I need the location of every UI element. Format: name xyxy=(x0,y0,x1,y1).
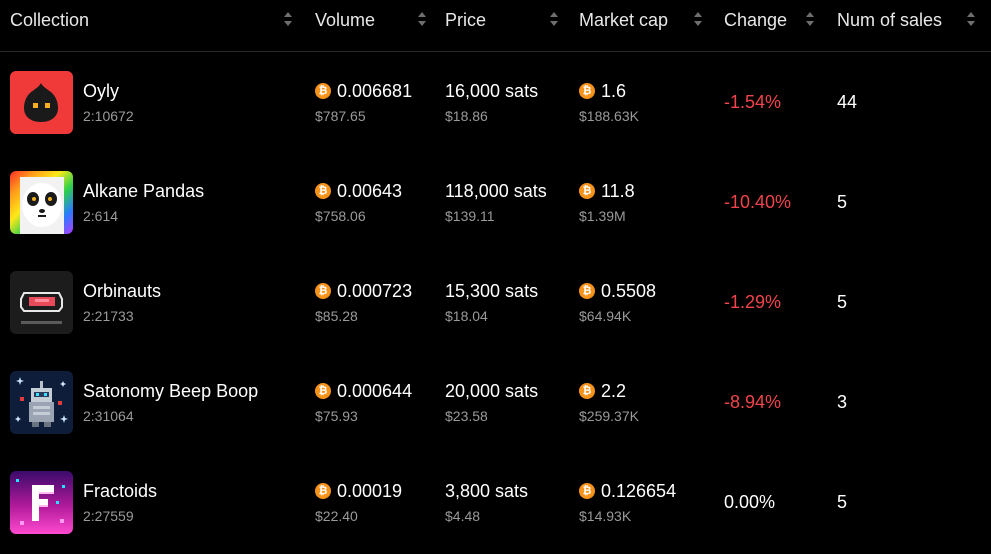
price-value: 3,800 sats xyxy=(445,481,529,501)
bitcoin-icon: ₿ xyxy=(315,383,331,399)
market-cap-value: 1.6 xyxy=(601,81,627,101)
num-of-sales-value: 5 xyxy=(837,192,848,212)
column-header-num-of-sales[interactable]: Num of sales xyxy=(837,0,942,40)
column-header-volume[interactable]: Volume xyxy=(315,0,375,40)
table-row[interactable]: Oyly 2:10672 ₿ 0.006681 $787.65 16,000 s… xyxy=(0,52,991,152)
bitcoin-icon: ₿ xyxy=(315,283,331,299)
collection-avatar-fractoids xyxy=(10,471,73,534)
num-of-sales-value: 44 xyxy=(837,92,858,112)
collection-id: 2:27559 xyxy=(83,508,134,524)
volume-value: 0.000644 xyxy=(337,381,413,401)
bitcoin-icon: ₿ xyxy=(315,83,331,99)
sort-icon[interactable] xyxy=(806,12,816,28)
market-cap-value: 2.2 xyxy=(601,381,627,401)
collection-name[interactable]: Satonomy Beep Boop xyxy=(83,381,258,402)
column-header-label: Price xyxy=(445,9,487,30)
bitcoin-icon: ₿ xyxy=(579,183,595,199)
collection-name[interactable]: Oyly xyxy=(83,81,119,102)
change-value: -1.29% xyxy=(724,292,782,312)
bitcoin-icon: ₿ xyxy=(579,383,595,399)
price-value: 15,300 sats xyxy=(445,281,539,301)
collection-avatar-alkane-pandas xyxy=(10,171,73,234)
collection-avatar-orbinauts xyxy=(10,271,73,334)
market-cap-value: 0.126654 xyxy=(601,481,677,501)
volume-usd: $22.40 xyxy=(315,508,358,524)
market-cap-value: 11.8 xyxy=(601,181,635,201)
num-of-sales-value: 5 xyxy=(837,292,848,312)
collection-id: 2:614 xyxy=(83,208,119,224)
num-of-sales-value: 5 xyxy=(837,492,848,512)
bitcoin-icon: ₿ xyxy=(315,483,331,499)
table-row[interactable]: Fractoids 2:27559 ₿ 0.00019 $22.40 3,800… xyxy=(0,452,991,552)
market-cap-value: 0.5508 xyxy=(601,281,657,301)
column-header-change[interactable]: Change xyxy=(724,0,787,40)
column-header-label: Collection xyxy=(10,9,90,30)
market-cap-usd: $1.39M xyxy=(579,208,626,224)
volume-usd: $85.28 xyxy=(315,308,358,324)
sort-icon[interactable] xyxy=(418,12,428,28)
column-header-label: Change xyxy=(724,9,788,30)
collection-name[interactable]: Orbinauts xyxy=(83,281,161,302)
column-header-price[interactable]: Price xyxy=(445,0,486,40)
market-cap-usd: $259.37K xyxy=(579,408,639,424)
table-row[interactable]: Alkane Pandas 2:614 ₿ 0.00643 $758.06 11… xyxy=(0,152,991,252)
column-header-label: Market cap xyxy=(579,9,669,30)
sort-icon[interactable] xyxy=(967,12,977,28)
volume-value: 0.006681 xyxy=(337,81,413,101)
column-header-market-cap[interactable]: Market cap xyxy=(579,0,668,40)
bitcoin-icon: ₿ xyxy=(579,483,595,499)
column-header-label: Num of sales xyxy=(837,9,943,30)
num-of-sales-value: 3 xyxy=(837,392,848,412)
collections-table: Collection Volume Price Market cap Chang… xyxy=(0,0,991,554)
sort-icon[interactable] xyxy=(284,12,294,28)
column-header-label: Volume xyxy=(315,9,376,30)
change-value: -8.94% xyxy=(724,392,782,412)
column-header-collection[interactable]: Collection xyxy=(10,0,89,40)
market-cap-usd: $14.93K xyxy=(579,508,632,524)
table-header: Collection Volume Price Market cap Chang… xyxy=(0,0,991,52)
collection-id: 2:21733 xyxy=(83,308,134,324)
collection-avatar-oyly xyxy=(10,71,73,134)
price-usd: $4.48 xyxy=(445,508,481,524)
price-usd: $139.11 xyxy=(445,208,495,224)
bitcoin-icon: ₿ xyxy=(579,283,595,299)
volume-usd: $758.06 xyxy=(315,208,366,224)
collection-avatar-satonomy-beep-boop xyxy=(10,371,73,434)
market-cap-usd: $188.63K xyxy=(579,108,639,124)
change-value: 0.00% xyxy=(724,492,776,512)
volume-value: 0.000723 xyxy=(337,281,413,301)
volume-usd: $787.65 xyxy=(315,108,366,124)
price-value: 118,000 sats xyxy=(445,181,547,201)
volume-value: 0.00643 xyxy=(337,181,403,201)
volume-usd: $75.93 xyxy=(315,408,358,424)
sort-icon[interactable] xyxy=(694,12,704,28)
price-value: 20,000 sats xyxy=(445,381,539,401)
price-usd: $18.04 xyxy=(445,308,488,324)
sort-icon[interactable] xyxy=(550,12,560,28)
price-usd: $23.58 xyxy=(445,408,488,424)
collection-id: 2:31064 xyxy=(83,408,134,424)
price-value: 16,000 sats xyxy=(445,81,539,101)
collection-name[interactable]: Fractoids xyxy=(83,481,157,502)
bitcoin-icon: ₿ xyxy=(579,83,595,99)
price-usd: $18.86 xyxy=(445,108,488,124)
change-value: -10.40% xyxy=(724,192,792,212)
table-row[interactable]: Orbinauts 2:21733 ₿ 0.000723 $85.28 15,3… xyxy=(0,252,991,352)
collection-id: 2:10672 xyxy=(83,108,134,124)
bitcoin-icon: ₿ xyxy=(315,183,331,199)
market-cap-usd: $64.94K xyxy=(579,308,632,324)
table-row[interactable]: Satonomy Beep Boop 2:31064 ₿ 0.000644 $7… xyxy=(0,352,991,452)
volume-value: 0.00019 xyxy=(337,481,403,501)
collection-name[interactable]: Alkane Pandas xyxy=(83,181,204,202)
change-value: -1.54% xyxy=(724,92,782,112)
